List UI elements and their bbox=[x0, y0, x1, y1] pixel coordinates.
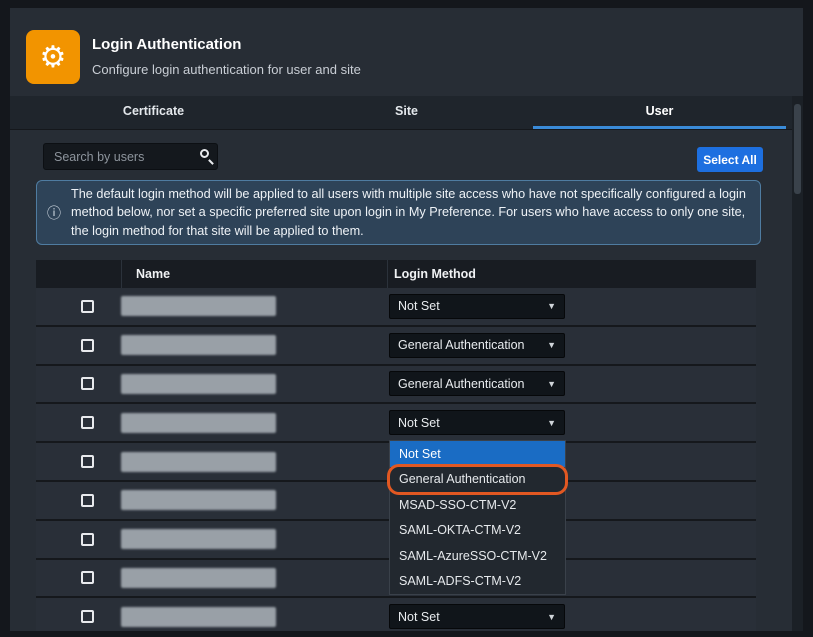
select-value: Not Set bbox=[398, 299, 440, 313]
redacted-name bbox=[121, 490, 276, 510]
scrollbar[interactable] bbox=[792, 96, 803, 631]
redacted-name bbox=[121, 374, 276, 394]
tab-user[interactable]: User bbox=[533, 96, 786, 129]
row-checkbox[interactable] bbox=[81, 571, 94, 584]
chevron-down-icon: ▼ bbox=[547, 340, 556, 350]
row-checkbox[interactable] bbox=[81, 455, 94, 468]
tab-site[interactable]: Site bbox=[280, 96, 533, 129]
row-checkbox[interactable] bbox=[81, 416, 94, 429]
tab-bar: CertificateSiteUser bbox=[10, 96, 803, 130]
table-row: Not Set ▼ bbox=[36, 288, 756, 327]
redacted-name bbox=[121, 296, 276, 316]
row-checkbox[interactable] bbox=[81, 377, 94, 390]
table-row: Not Set ▼ bbox=[36, 598, 756, 631]
header-name: Name bbox=[121, 260, 387, 288]
search-input[interactable] bbox=[43, 143, 218, 170]
menu-option[interactable]: SAML-AzureSSO-CTM-V2 bbox=[390, 543, 565, 569]
table-row: Not Set ▼ bbox=[36, 404, 756, 443]
gear-glyph: ⚙ bbox=[40, 40, 67, 75]
row-checkbox[interactable] bbox=[81, 494, 94, 507]
menu-option[interactable]: SAML-ADFS-CTM-V2 bbox=[390, 569, 565, 595]
select-value: Not Set bbox=[398, 610, 440, 624]
page-title: Login Authentication bbox=[92, 36, 241, 53]
login-authentication-panel: ⚙ Login Authentication Configure login a… bbox=[10, 8, 803, 631]
row-checkbox[interactable] bbox=[81, 339, 94, 352]
login-method-select[interactable]: Not Set ▼ bbox=[389, 410, 565, 435]
menu-option[interactable]: General Authentication bbox=[390, 467, 565, 493]
info-banner: ⓘ The default login method will be appli… bbox=[36, 180, 761, 245]
row-checkbox[interactable] bbox=[81, 610, 94, 623]
search-box bbox=[43, 143, 218, 170]
chevron-down-icon: ▼ bbox=[547, 418, 556, 428]
select-value: General Authentication bbox=[398, 377, 524, 391]
page-header: ⚙ Login Authentication Configure login a… bbox=[10, 8, 803, 96]
tab-certificate[interactable]: Certificate bbox=[27, 96, 280, 129]
login-method-select[interactable]: Not Set ▼ bbox=[389, 294, 565, 319]
header-login-method: Login Method bbox=[387, 260, 756, 288]
redacted-name bbox=[121, 452, 276, 472]
redacted-name bbox=[121, 413, 276, 433]
chevron-down-icon: ▼ bbox=[547, 612, 556, 622]
menu-option[interactable]: Not Set bbox=[390, 441, 565, 467]
row-checkbox[interactable] bbox=[81, 533, 94, 546]
menu-option[interactable]: SAML-OKTA-CTM-V2 bbox=[390, 518, 565, 544]
login-method-select[interactable]: Not Set ▼ bbox=[389, 604, 565, 629]
search-icon bbox=[200, 149, 209, 158]
login-method-menu: Not SetGeneral AuthenticationMSAD-SSO-CT… bbox=[389, 440, 566, 595]
select-value: General Authentication bbox=[398, 338, 524, 352]
gear-icon: ⚙ bbox=[26, 30, 80, 84]
info-icon: ⓘ bbox=[37, 203, 71, 223]
chevron-down-icon: ▼ bbox=[547, 379, 556, 389]
table-header: Name Login Method bbox=[36, 260, 756, 288]
scrollbar-thumb[interactable] bbox=[794, 104, 801, 194]
login-method-select[interactable]: General Authentication ▼ bbox=[389, 333, 565, 358]
users-table: Name Login Method Not Set▼General Authen… bbox=[36, 260, 756, 631]
redacted-name bbox=[121, 529, 276, 549]
chevron-down-icon: ▼ bbox=[547, 301, 556, 311]
select-all-button[interactable]: Select All bbox=[697, 147, 763, 172]
select-value: Not Set bbox=[398, 416, 440, 430]
page-subtitle: Configure login authentication for user … bbox=[92, 62, 361, 77]
login-method-select[interactable]: General Authentication ▼ bbox=[389, 371, 565, 396]
menu-option[interactable]: MSAD-SSO-CTM-V2 bbox=[390, 492, 565, 518]
redacted-name bbox=[121, 335, 276, 355]
redacted-name bbox=[121, 607, 276, 627]
table-row: General Authentication ▼ bbox=[36, 366, 756, 405]
redacted-name bbox=[121, 568, 276, 588]
table-row: General Authentication ▼ bbox=[36, 327, 756, 366]
info-text: The default login method will be applied… bbox=[71, 185, 760, 241]
row-checkbox[interactable] bbox=[81, 300, 94, 313]
